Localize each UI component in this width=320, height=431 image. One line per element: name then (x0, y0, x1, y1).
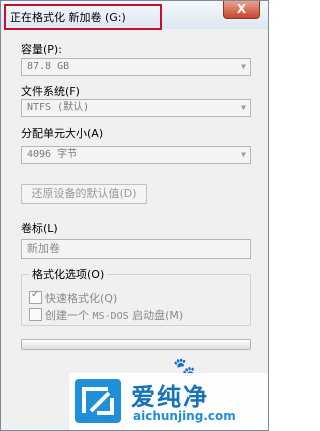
close-icon: X (236, 2, 247, 16)
chevron-down-icon: ▼ (241, 103, 246, 112)
msdos-disk-label-prefix: 创建一个 (45, 309, 89, 322)
capacity-select[interactable]: 87.8 GB ▼ (21, 58, 251, 76)
msdos-disk-label-suffix: 启动盘(M) (132, 309, 184, 322)
allocation-select[interactable]: 4096 字节 ▼ (21, 146, 251, 164)
capacity-label: 容量(P): (21, 43, 62, 56)
msdos-disk-option[interactable]: 创建一个 MS-DOS 启动盘(M) (29, 307, 184, 322)
quick-format-option[interactable]: ✓ 快速格式化(Q) (29, 289, 118, 305)
format-progress-bar (21, 339, 251, 350)
restore-defaults-button[interactable]: 还原设备的默认值(D) (21, 184, 147, 204)
msdos-disk-checkbox[interactable] (29, 308, 42, 321)
checkmark-icon: ✓ (31, 289, 40, 300)
watermark-name: 爱纯净 (131, 383, 209, 411)
msdos-disk-label-mono: MS-DOS (92, 311, 129, 322)
chevron-down-icon: ▼ (241, 62, 246, 71)
volume-label-input[interactable]: 新加卷 (21, 239, 251, 259)
filesystem-value: NTFS (默认) (27, 102, 90, 113)
filesystem-select[interactable]: NTFS (默认) ▼ (21, 99, 251, 117)
allocation-label: 分配单元大小(A) (21, 127, 104, 140)
filesystem-label: 文件系统(F) (21, 85, 80, 98)
title-bar: 正在格式化 新加卷 (G:) X (1, 1, 268, 30)
watermark-logo (75, 379, 121, 423)
close-button[interactable]: X (223, 1, 260, 19)
quick-format-checkbox[interactable]: ✓ (29, 289, 42, 304)
window-title: 正在格式化 新加卷 (G:) (10, 11, 126, 24)
watermark-url: aichunjing.com (133, 409, 236, 423)
volume-label-label: 卷标(L) (21, 222, 58, 235)
allocation-value: 4096 字节 (27, 149, 78, 160)
format-dialog: 正在格式化 新加卷 (G:) X 容量(P): 87.8 GB ▼ 文件系统(F… (0, 0, 269, 431)
capacity-value: 87.8 GB (27, 61, 70, 72)
watermark: 爱纯净 aichunjing.com (69, 373, 268, 430)
quick-format-label: 快速格式化(Q) (45, 292, 118, 305)
format-options-title: 格式化选项(O) (29, 266, 108, 282)
chevron-down-icon: ▼ (241, 150, 246, 159)
